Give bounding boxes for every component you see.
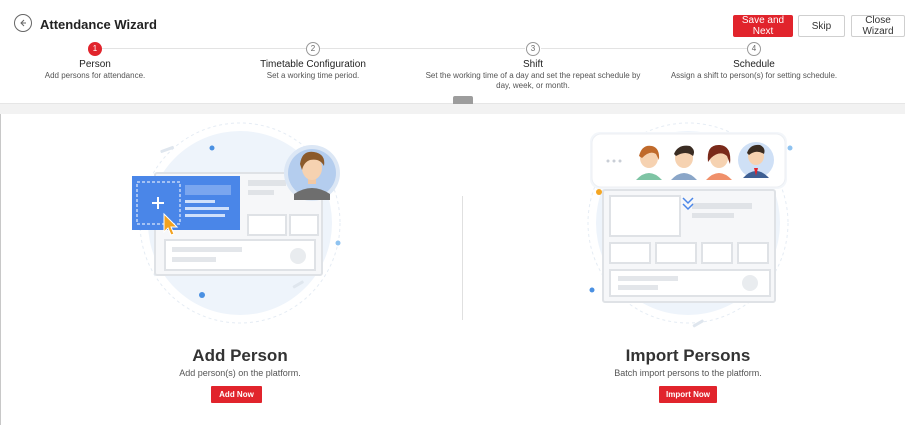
ellipsis-icon: [606, 159, 622, 163]
step-shift[interactable]: 3 Shift Set the working time of a day an…: [425, 42, 641, 91]
step-number: 2: [306, 42, 320, 56]
step-title: Timetable Configuration: [260, 59, 366, 70]
save-and-next-button[interactable]: Save and Next: [733, 15, 793, 37]
back-button[interactable]: [14, 14, 32, 32]
step-description: Set the working time of a day and set th…: [425, 71, 641, 90]
back-arrow-icon: [20, 19, 26, 27]
panel-divider: [462, 196, 463, 320]
step-number: 4: [747, 42, 761, 56]
add-person-title: Add Person: [192, 346, 288, 365]
step-number: 3: [526, 42, 540, 56]
page-title: Attendance Wizard: [40, 17, 157, 32]
wizard-header: Attendance Wizard Save and Next Skip Clo…: [0, 0, 905, 104]
step-description: Add persons for attendance.: [44, 71, 146, 80]
step-title: Shift: [522, 59, 543, 70]
import-persons-illustration: [587, 122, 793, 328]
step-title: Schedule: [733, 59, 775, 70]
collapse-header-tab[interactable]: [453, 96, 473, 104]
avatar: [738, 142, 774, 178]
close-wizard-button[interactable]: Close Wizard: [851, 15, 905, 37]
step-person[interactable]: 1 Person Add persons for attendance.: [30, 42, 160, 81]
step-timetable[interactable]: 2 Timetable Configuration Set a working …: [240, 42, 386, 81]
add-person-description: Add person(s) on the platform.: [179, 368, 301, 378]
step-title: Person: [79, 59, 111, 70]
import-persons-title: Import Persons: [625, 346, 751, 365]
step-schedule[interactable]: 4 Schedule Assign a shift to person(s) f…: [670, 42, 838, 81]
import-now-button[interactable]: Import Now: [659, 386, 717, 403]
header-shadow-band: [0, 104, 905, 114]
import-persons-description: Batch import persons to the platform.: [614, 368, 762, 378]
add-person-illustration: [132, 122, 341, 324]
add-now-button[interactable]: Add Now: [211, 386, 262, 403]
step-description: Set a working time period.: [266, 71, 360, 80]
step-number: 1: [88, 42, 102, 56]
skip-button[interactable]: Skip: [798, 15, 845, 37]
step-description: Assign a shift to person(s) for setting …: [670, 71, 838, 80]
